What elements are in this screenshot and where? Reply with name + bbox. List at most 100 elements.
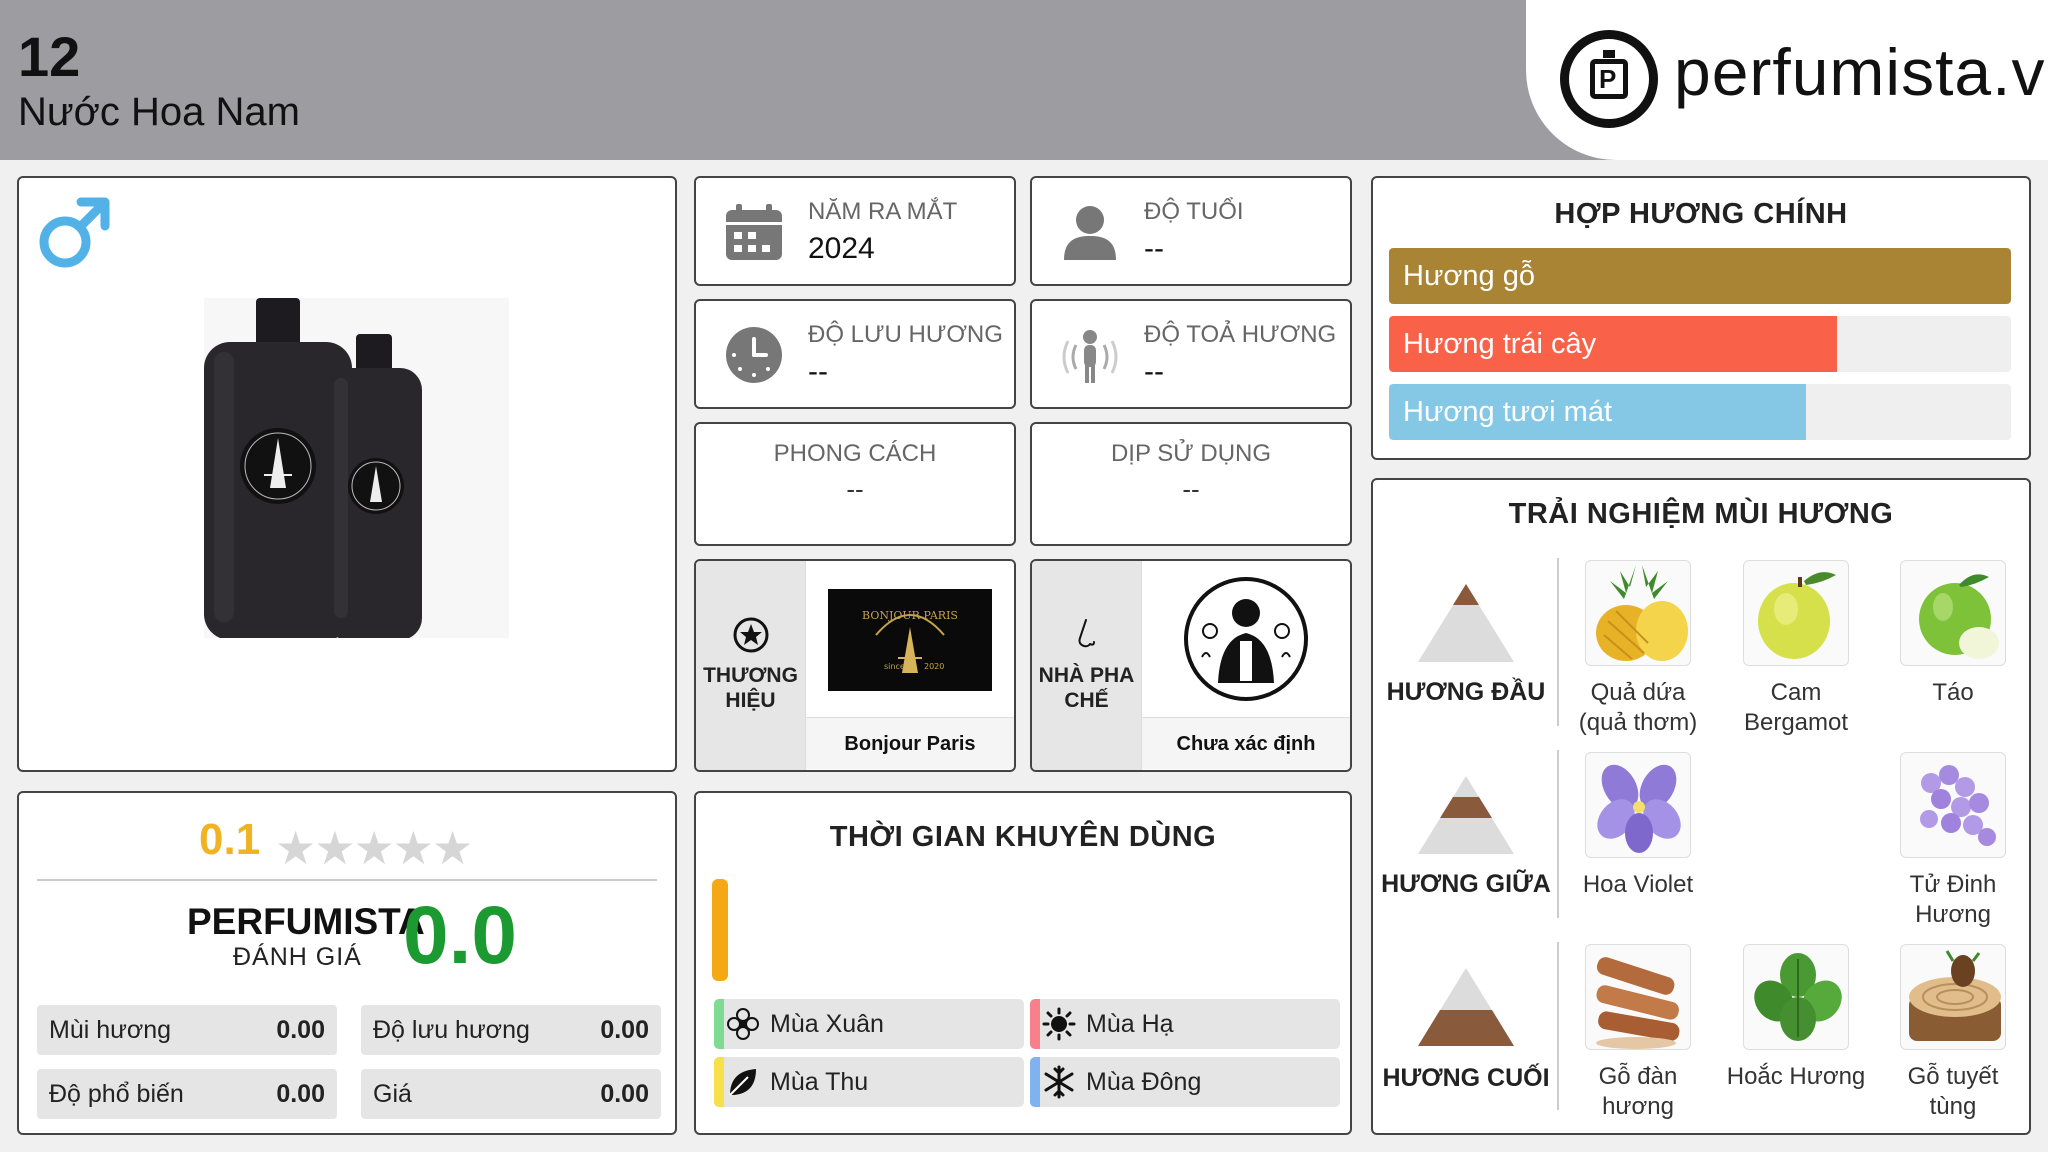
sillage-label: ĐỘ TOẢ HƯƠNG xyxy=(1144,321,1337,348)
note-label: Tử Đinh Hương xyxy=(1909,871,1997,928)
metric-label: Mùi hương xyxy=(49,1016,172,1044)
rating-panel: 0.1 ★★★★★ PERFUMISTA ĐÁNH GIÁ 0.0 Mùi hư… xyxy=(17,791,677,1135)
season-label: Mùa Xuân xyxy=(770,1010,884,1038)
metric-value: 0.00 xyxy=(276,1016,325,1044)
accord-label: Hương trái cây xyxy=(1403,328,1597,360)
metric-longevity: Độ lưu hương 0.00 xyxy=(361,1005,661,1055)
age-value: -- xyxy=(1144,232,1164,265)
season-autumn[interactable]: Mùa Thu xyxy=(714,1057,1024,1107)
pyramid-middle-icon xyxy=(1418,776,1514,854)
occasion-value: -- xyxy=(1182,474,1200,504)
person-icon xyxy=(1064,206,1116,260)
season-label: Mùa Hạ xyxy=(1086,1010,1174,1038)
sillage-card: ĐỘ TOẢ HƯƠNG -- xyxy=(1030,299,1352,409)
star-icon[interactable]: ★ xyxy=(354,822,395,874)
occasion-card: DỊP SỬ DỤNG -- xyxy=(1030,422,1352,546)
accord-bar: Hương trái cây xyxy=(1389,316,2011,372)
sillage-person-icon xyxy=(1062,330,1118,383)
brand-card[interactable]: THƯƠNG HIỆU BONJOUR PARIS since 2020 Bonj… xyxy=(694,559,1016,772)
violet-image xyxy=(1585,752,1691,858)
brand-name[interactable]: Bonjour Paris xyxy=(806,717,1014,769)
brand-logo-image: BONJOUR PARIS since 2020 xyxy=(806,561,1014,717)
season-color-bar xyxy=(1030,1057,1040,1107)
perfumista-score: 0.0 xyxy=(403,890,517,981)
user-rating-score: 0.1 xyxy=(199,815,261,864)
product-image-panel xyxy=(17,176,677,772)
page-header: 12 Nước Hoa Nam perfumista.vn xyxy=(0,0,2048,160)
season-winter[interactable]: Mùa Đông xyxy=(1030,1057,1340,1107)
season-color-bar xyxy=(1030,999,1040,1049)
male-symbol-icon xyxy=(39,197,110,268)
longevity-card: ĐỘ LƯU HƯƠNG -- xyxy=(694,299,1016,409)
metric-scent: Mùi hương 0.00 xyxy=(37,1005,337,1055)
cedarwood-image xyxy=(1900,944,2006,1050)
star-icon[interactable]: ★ xyxy=(393,822,434,874)
nose-icon xyxy=(1078,619,1095,648)
base-notes-label: HƯƠNG CUỐI xyxy=(1382,1064,1550,1092)
occasion-label: DỊP SỬ DỤNG xyxy=(1110,440,1272,467)
longevity-label: ĐỘ LƯU HƯƠNG xyxy=(808,321,1003,348)
age-label: ĐỘ TUỔI xyxy=(1144,198,1244,225)
star-icon[interactable]: ★ xyxy=(275,822,316,874)
scent-title: TRẢI NGHIỆM MÙI HƯƠNG xyxy=(1508,498,1894,530)
sillage-value: -- xyxy=(1144,355,1164,388)
age-card: ĐỘ TUỔI -- xyxy=(1030,176,1352,286)
metric-value: 0.00 xyxy=(600,1016,649,1044)
perfumer-name[interactable]: Chưa xác định xyxy=(1142,717,1350,769)
season-summer[interactable]: Mùa Hạ xyxy=(1030,999,1340,1049)
perfumer-image xyxy=(1142,561,1350,717)
style-card: PHONG CÁCH -- xyxy=(694,422,1016,546)
perfumer-label: NHÀ PHA CHẾ xyxy=(1038,664,1135,712)
metric-popularity: Độ phổ biến 0.00 xyxy=(37,1069,337,1119)
metric-label: Độ phổ biến xyxy=(49,1080,184,1108)
recommended-time-title: THỜI GIAN KHUYÊN DÙNG xyxy=(829,821,1217,853)
product-number: 12 xyxy=(18,25,81,88)
snowflake-icon xyxy=(1044,1065,1074,1099)
accord-label: Hương tươi mát xyxy=(1403,396,1613,428)
note-label: Gỗ đàn hương xyxy=(1598,1063,1678,1120)
recommended-time-panel: THỜI GIAN KHUYÊN DÙNG Mùa Xuân Mùa Hạ Mù… xyxy=(694,791,1352,1135)
leaf-icon xyxy=(729,1069,756,1096)
perfumista-rating-label: ĐÁNH GIÁ xyxy=(233,943,362,971)
release-year-value: 2024 xyxy=(808,232,875,265)
accords-title: HỢP HƯƠNG CHÍNH xyxy=(1554,198,1848,230)
site-logo[interactable]: perfumista.vn xyxy=(1526,0,2048,160)
metric-label: Giá xyxy=(373,1080,412,1108)
season-color-bar xyxy=(714,999,724,1049)
season-label: Mùa Đông xyxy=(1086,1068,1202,1096)
star-badge-icon xyxy=(733,617,769,653)
daytime-bar xyxy=(712,879,728,981)
season-spring[interactable]: Mùa Xuân xyxy=(714,999,1024,1049)
svg-text:since: since xyxy=(884,662,905,671)
bergamot-image xyxy=(1743,560,1849,666)
svg-text:BONJOUR PARIS: BONJOUR PARIS xyxy=(862,609,958,622)
accord-bar: Hương gỗ xyxy=(1389,248,2011,304)
note-label: Táo xyxy=(1932,679,1974,706)
metric-price: Giá 0.00 xyxy=(361,1069,661,1119)
top-notes-label: HƯƠNG ĐẦU xyxy=(1386,678,1546,706)
perfumista-brand: PERFUMISTA xyxy=(187,901,425,942)
pyramid-top-icon xyxy=(1418,584,1514,662)
season-color-bar xyxy=(714,1057,724,1107)
sun-icon xyxy=(1042,1007,1076,1041)
scent-experience-panel: TRẢI NGHIỆM MÙI HƯƠNG HƯƠNG ĐẦU HƯƠNG GI… xyxy=(1371,478,2031,1135)
lilac-image xyxy=(1900,752,2006,858)
perfumer-card[interactable]: NHÀ PHA CHẾ Chưa xác định xyxy=(1030,559,1352,772)
note-label: Hoắc Hương xyxy=(1726,1063,1866,1090)
brand-label: THƯƠNG HIỆU xyxy=(703,664,798,712)
logo-text: perfumista.vn xyxy=(1674,35,2048,109)
product-photo xyxy=(204,298,509,638)
star-icon[interactable]: ★ xyxy=(314,822,355,874)
flower-icon xyxy=(727,1008,759,1040)
star-rating[interactable]: ★★★★★ xyxy=(275,821,473,875)
release-year-label: NĂM RA MẮT xyxy=(808,198,958,225)
accord-bar: Hương tươi mát xyxy=(1389,384,2011,440)
calendar-icon xyxy=(726,204,782,260)
note-label: Hoa Violet xyxy=(1582,871,1694,898)
metric-value: 0.00 xyxy=(600,1080,649,1108)
pyramid-base-icon xyxy=(1418,968,1514,1046)
perfume-bottle-logo-icon xyxy=(1560,30,1658,128)
star-icon[interactable]: ★ xyxy=(432,822,473,874)
patchouli-image xyxy=(1743,944,1849,1050)
sandalwood-image xyxy=(1585,944,1691,1050)
